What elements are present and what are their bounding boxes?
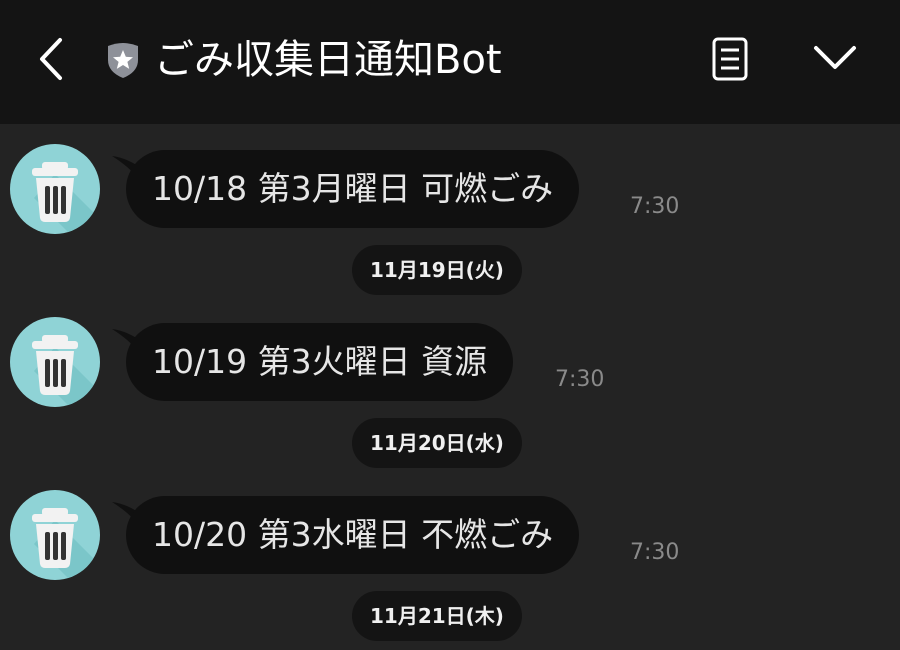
message-bubble[interactable]: 10/20 第3水曜日 不燃ごみ (126, 496, 580, 574)
official-account-badge (104, 40, 142, 80)
trash-can-icon (32, 162, 100, 234)
message-row: 10/20 第3水曜日 不燃ごみ 7:30 (0, 490, 900, 580)
message-time: 7:30 (630, 540, 680, 565)
bot-avatar[interactable] (10, 317, 100, 407)
chat-title: ごみ収集日通知Bot (154, 37, 502, 83)
message-bubble[interactable]: 10/19 第3火曜日 資源 (126, 323, 514, 401)
chevron-down-icon (814, 46, 856, 69)
date-separator: 11月19日(火) (352, 245, 522, 295)
bot-avatar[interactable] (10, 490, 100, 580)
chevron-left-icon (40, 38, 62, 80)
message-time: 7:30 (630, 194, 680, 219)
trash-can-icon (32, 508, 100, 580)
chat-header: ごみ収集日通知Bot (0, 0, 900, 124)
message-row: 10/19 第3火曜日 資源 7:30 (0, 317, 900, 407)
message-bubble[interactable]: 10/18 第3月曜日 可燃ごみ (126, 150, 580, 228)
date-separator: 11月21日(木) (352, 591, 522, 641)
notes-button[interactable] (708, 36, 752, 82)
trash-can-icon (32, 335, 100, 407)
menu-dropdown-button[interactable] (810, 38, 860, 78)
message-row: 10/18 第3月曜日 可燃ごみ 7:30 (0, 144, 900, 234)
bot-avatar[interactable] (10, 144, 100, 234)
back-button[interactable] (30, 34, 74, 84)
date-separator: 11月20日(水) (352, 418, 522, 468)
shield-star-icon (108, 43, 138, 78)
message-time: 7:30 (555, 367, 605, 392)
notes-icon (712, 37, 748, 81)
